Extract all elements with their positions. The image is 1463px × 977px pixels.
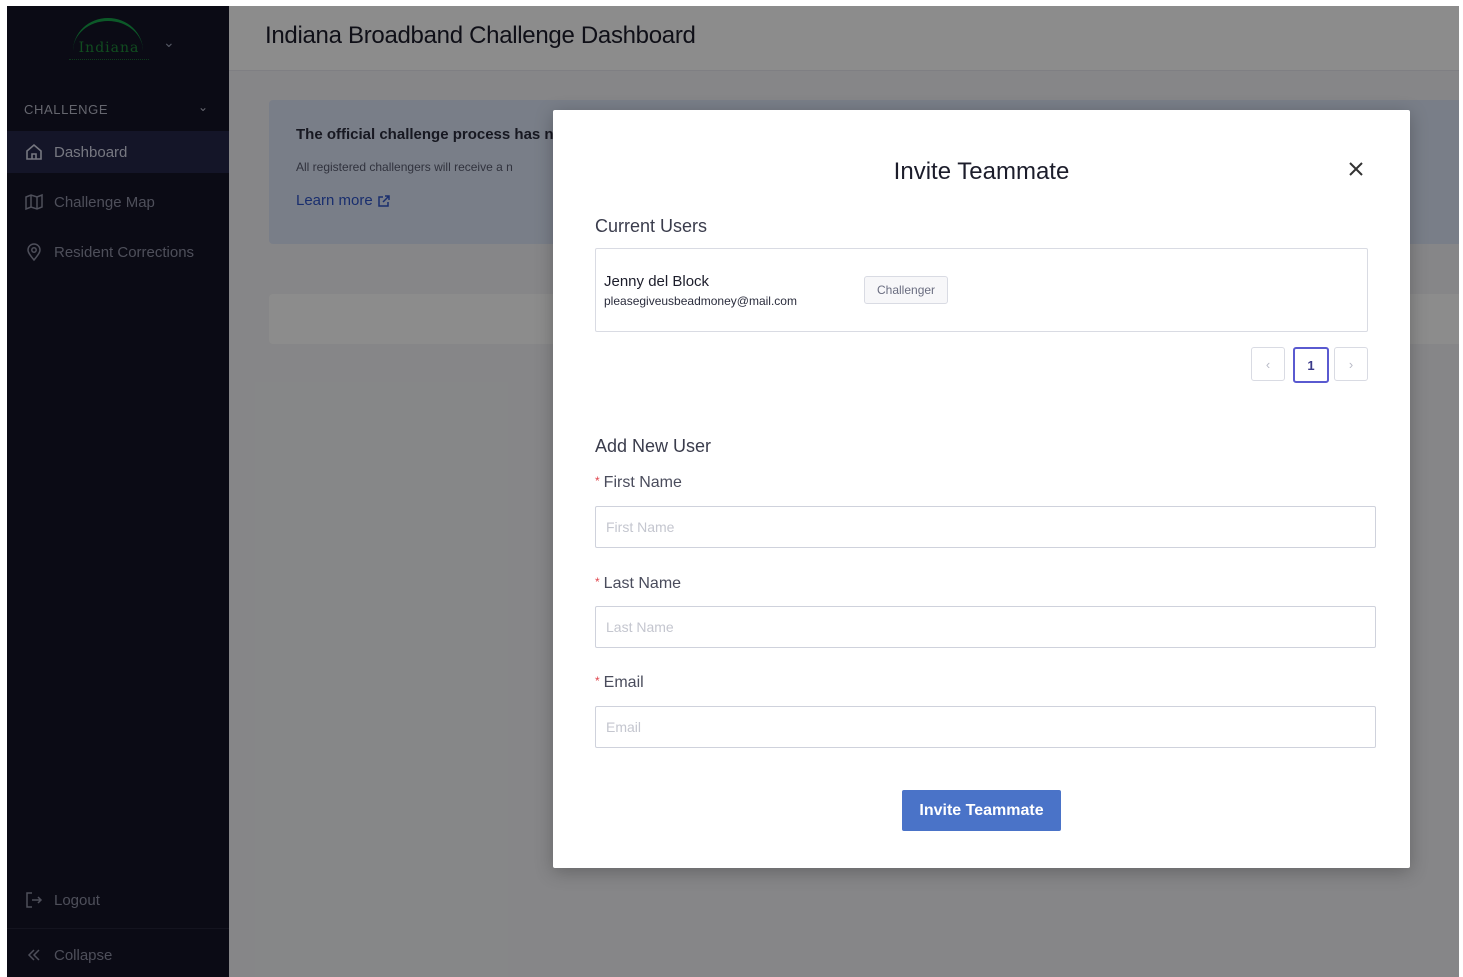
- modal-title: Invite Teammate: [893, 158, 1070, 185]
- last-name-label: * Last Name: [595, 575, 682, 592]
- close-button[interactable]: [1343, 156, 1369, 182]
- first-name-label: * First Name: [595, 474, 682, 491]
- pagination-next-button[interactable]: ›: [1334, 347, 1368, 381]
- first-name-field[interactable]: [595, 506, 1376, 548]
- app-window: Indiana ⌄ CHALLENGE ⌄ Dashboard Challeng…: [7, 6, 1459, 977]
- current-users-heading: Current Users: [595, 216, 708, 236]
- pagination-prev-button[interactable]: ‹: [1251, 347, 1285, 381]
- email-field[interactable]: [595, 706, 1376, 748]
- last-name-field[interactable]: [595, 606, 1376, 648]
- user-name: Jenny del Block: [604, 273, 710, 290]
- pagination-page-1[interactable]: 1: [1293, 347, 1329, 383]
- close-icon: [1349, 162, 1363, 176]
- required-marker: *: [595, 474, 600, 488]
- users-list: Jenny del Block pleasegiveusbeadmoney@ma…: [595, 248, 1368, 332]
- add-user-heading: Add New User: [595, 436, 712, 456]
- invite-teammate-modal: Invite Teammate Current Users Jenny del …: [553, 110, 1410, 868]
- email-label: * Email: [595, 674, 644, 691]
- role-badge: Challenger: [864, 276, 949, 304]
- invite-teammate-button[interactable]: Invite Teammate: [902, 790, 1061, 831]
- user-email: pleasegiveusbeadmoney@mail.com: [604, 294, 797, 308]
- required-marker: *: [595, 674, 600, 688]
- required-marker: *: [595, 575, 600, 589]
